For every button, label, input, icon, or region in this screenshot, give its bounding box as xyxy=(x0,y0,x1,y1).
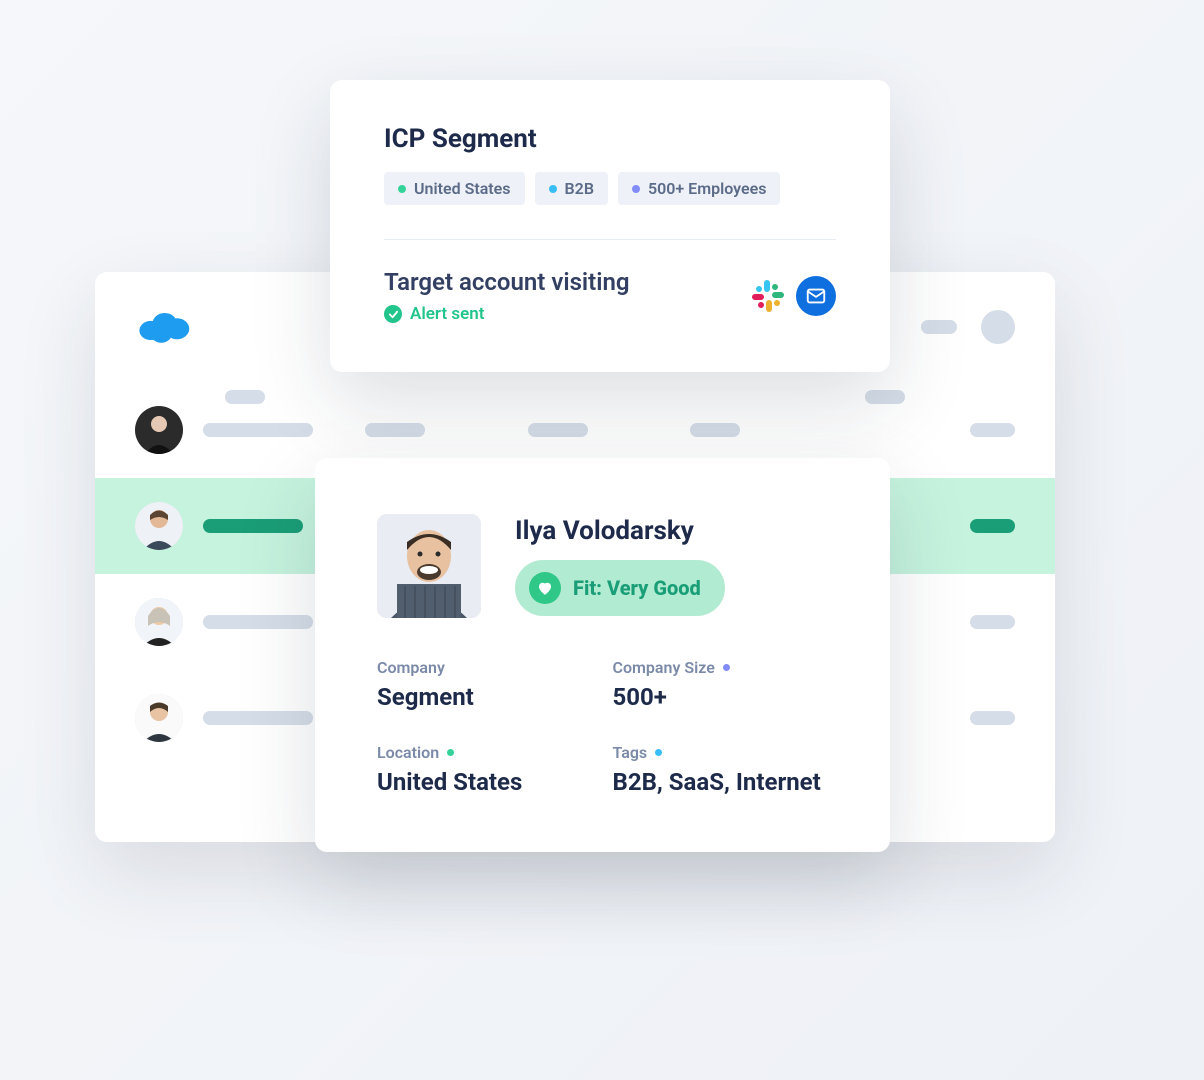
dot-icon xyxy=(632,185,640,193)
field-label-text: Location xyxy=(377,743,439,762)
field-value: United States xyxy=(377,768,593,796)
alert-sent-status: Alert sent xyxy=(384,304,750,324)
fit-badge: Fit: Very Good xyxy=(515,560,725,616)
avatar xyxy=(135,598,183,646)
field-company-size: Company Size 500+ xyxy=(613,658,829,711)
tag-label: United States xyxy=(414,179,511,198)
slack-icon[interactable] xyxy=(750,278,786,314)
tag-label: 500+ Employees xyxy=(648,179,767,198)
dot-icon xyxy=(723,664,730,671)
dot-icon xyxy=(549,185,557,193)
profile-photo xyxy=(377,514,481,618)
dot-icon xyxy=(655,749,662,756)
field-label-text: Company xyxy=(377,658,445,677)
tag-label: B2B xyxy=(565,179,594,198)
field-value: 500+ xyxy=(613,683,829,711)
salesforce-icon xyxy=(135,307,191,347)
field-value: Segment xyxy=(377,683,593,711)
segment-tag-location[interactable]: United States xyxy=(384,172,525,205)
tag-row: United States B2B 500+ Employees xyxy=(384,172,836,205)
card-title: ICP Segment xyxy=(384,124,836,154)
avatar xyxy=(135,502,183,550)
heart-icon xyxy=(529,572,561,604)
dot-icon xyxy=(447,749,454,756)
field-label-text: Company Size xyxy=(613,658,715,677)
field-tags: Tags B2B, SaaS, Internet xyxy=(613,743,829,796)
avatar xyxy=(135,694,183,742)
mail-icon[interactable] xyxy=(796,276,836,316)
segment-tag-b2b[interactable]: B2B xyxy=(535,172,608,205)
dot-icon xyxy=(398,185,406,193)
alert-text: Alert sent xyxy=(410,304,484,324)
target-account-heading: Target account visiting xyxy=(384,268,750,296)
fit-text: Fit: Very Good xyxy=(573,576,701,600)
field-label-text: Tags xyxy=(613,743,648,762)
field-company: Company Segment xyxy=(377,658,593,711)
check-circle-icon xyxy=(384,305,402,323)
field-value: B2B, SaaS, Internet xyxy=(613,768,829,796)
avatar xyxy=(135,406,183,454)
icp-segment-card: ICP Segment United States B2B 500+ Emplo… xyxy=(330,80,890,372)
header-avatar-placeholder xyxy=(981,310,1015,344)
segment-tag-size[interactable]: 500+ Employees xyxy=(618,172,781,205)
field-location: Location United States xyxy=(377,743,593,796)
divider xyxy=(384,239,836,240)
profile-name: Ilya Volodarsky xyxy=(515,516,725,546)
profile-card: Ilya Volodarsky Fit: Very Good Company S… xyxy=(315,458,890,852)
